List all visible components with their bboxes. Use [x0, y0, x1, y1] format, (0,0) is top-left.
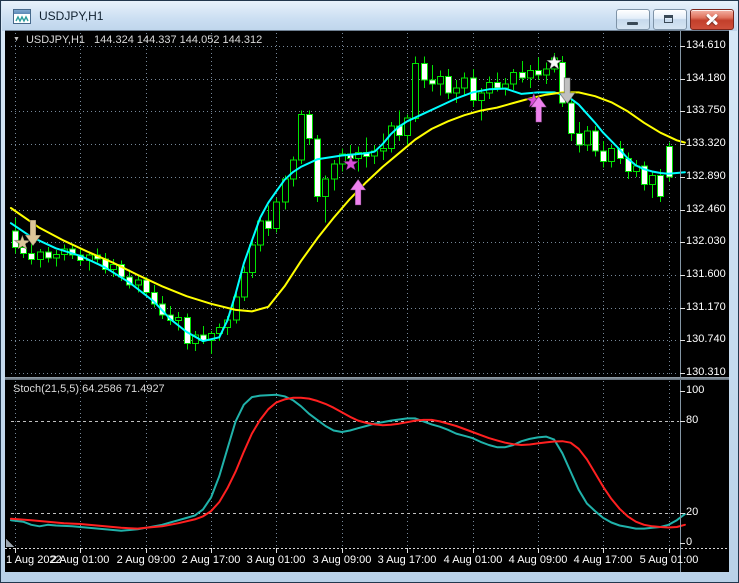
- candle-body: [608, 148, 615, 163]
- price-axis-label: 133.320: [686, 137, 726, 149]
- price-axis-label: 132.460: [686, 203, 726, 215]
- time-axis-label: 2 Aug 17:00: [181, 554, 241, 566]
- candle-body: [273, 201, 280, 229]
- candle-body: [421, 63, 428, 81]
- time-axis-label: 4 Aug 01:00: [443, 554, 503, 566]
- candle-body: [453, 87, 460, 94]
- candle-body: [445, 75, 452, 94]
- candle-body: [576, 133, 583, 146]
- candle-body: [28, 253, 35, 261]
- candle-body: [143, 279, 150, 293]
- window-controls: [613, 9, 734, 30]
- price-axis-label: 132.890: [686, 170, 726, 182]
- candle-body: [519, 72, 526, 79]
- price-axis-label: 130.740: [686, 333, 726, 345]
- candle-body: [380, 148, 387, 152]
- close-button[interactable]: [690, 9, 734, 30]
- candle-body: [494, 82, 501, 89]
- price-axis-label: 133.750: [686, 104, 726, 116]
- window-divider[interactable]: [5, 377, 729, 380]
- stoch-scale-label: 20: [686, 506, 699, 518]
- candle-body: [502, 83, 509, 89]
- candle-body: [306, 113, 313, 140]
- candle-body: [322, 178, 329, 198]
- stoch-scale-label: 100: [686, 384, 705, 396]
- candle-body: [175, 317, 182, 321]
- indicator-label: Stoch(21,5,5) 64.2586 71.4927: [13, 383, 165, 395]
- restore-button[interactable]: [653, 9, 687, 30]
- ma-cyan-line: [9, 87, 686, 343]
- chart-canvas[interactable]: [5, 31, 729, 572]
- candle-body: [527, 69, 534, 79]
- time-axis-label: 2 Aug 01:00: [50, 554, 110, 566]
- window-frame: USDJPY,H1 ▼ USDJPY,H1 144.324 144.337 144.…: [0, 0, 739, 583]
- candle-body: [486, 82, 493, 94]
- candle-body: [45, 251, 52, 259]
- time-axis-label: 2 Aug 09:00: [116, 554, 176, 566]
- candle-body: [470, 77, 477, 102]
- ohlc-values-label: 144.324 144.337 144.052 144.312: [94, 34, 263, 46]
- candle-body: [331, 163, 338, 180]
- chart-icon-titlebar-stripe: [14, 9, 30, 14]
- grid-layer: [11, 33, 679, 547]
- candle-body: [53, 253, 60, 259]
- candle-body: [666, 145, 673, 178]
- stoch-scale-label: 0: [686, 536, 693, 548]
- time-axis-label: 4 Aug 09:00: [508, 554, 568, 566]
- candle-body: [265, 220, 272, 229]
- price-axis-label: 131.170: [686, 301, 726, 313]
- symbol-period-label: USDJPY,H1: [25, 34, 86, 46]
- subwindow-resize-grip[interactable]: [6, 539, 14, 547]
- time-axis-label: 3 Aug 17:00: [377, 554, 437, 566]
- candle-body: [314, 138, 321, 198]
- minimize-icon: [627, 22, 638, 25]
- candle-body: [657, 174, 664, 198]
- window-title-bar[interactable]: USDJPY,H1: [2, 1, 737, 31]
- candle-body: [568, 102, 575, 134]
- candle-body: [37, 251, 44, 261]
- ma-yellow-line: [9, 91, 686, 313]
- candle-body: [249, 244, 256, 274]
- candle-body: [584, 130, 591, 146]
- candle-body: [600, 150, 607, 163]
- chart-dropdown-icon[interactable]: ▼: [13, 36, 20, 43]
- price-axis-label: 132.030: [686, 235, 726, 247]
- candle-body: [543, 68, 550, 76]
- time-axis[interactable]: 1 Aug 2022 2 Aug 01:00 2 Aug 09:00 2 Aug 17…: [5, 550, 729, 572]
- restore-icon: [664, 15, 673, 23]
- stoch-signal-line: [9, 396, 686, 530]
- price-axis-label: 134.180: [686, 72, 726, 84]
- buy-arrow-signal-icon[interactable]: [349, 178, 368, 206]
- candle-body: [241, 272, 248, 298]
- price-axis-label: 131.600: [686, 268, 726, 280]
- candle-body: [429, 79, 436, 85]
- time-axis-label: 5 Aug 01:00: [639, 554, 699, 566]
- candle-body: [478, 92, 485, 102]
- candle-body: [298, 113, 305, 161]
- chart-icon-waveform: [15, 14, 29, 23]
- candle-body: [12, 230, 19, 249]
- application-window: { "window": { "title": "USDJPY,H1", "con…: [0, 0, 739, 583]
- axes-layer: [5, 31, 729, 572]
- candle-body: [412, 63, 419, 119]
- window-title: USDJPY,H1: [39, 9, 104, 23]
- time-axis-label: 4 Aug 17:00: [573, 554, 633, 566]
- candle-body: [649, 174, 656, 185]
- candle-body: [135, 279, 142, 286]
- symbol-quote-header: ▼ USDJPY,H1 144.324 144.337 144.052 144.31…: [13, 34, 262, 46]
- chart-client-area: ▼ USDJPY,H1 144.324 144.337 144.052 144.31…: [5, 31, 729, 572]
- time-axis-label: 3 Aug 01:00: [246, 554, 306, 566]
- candle-body: [592, 130, 599, 152]
- candle-body: [535, 69, 542, 76]
- price-axis-label: 134.610: [686, 39, 726, 51]
- minimize-button[interactable]: [616, 9, 650, 30]
- candle-body: [510, 72, 517, 85]
- candle-body: [437, 75, 444, 85]
- price-axis[interactable]: 134.610 134.180 133.750 133.320 132.890 132.4…: [681, 31, 729, 548]
- candle-body: [461, 77, 468, 89]
- chart-window-icon[interactable]: [13, 8, 31, 24]
- stoch-scale-label: 80: [686, 414, 699, 426]
- time-axis-label: 3 Aug 09:00: [312, 554, 372, 566]
